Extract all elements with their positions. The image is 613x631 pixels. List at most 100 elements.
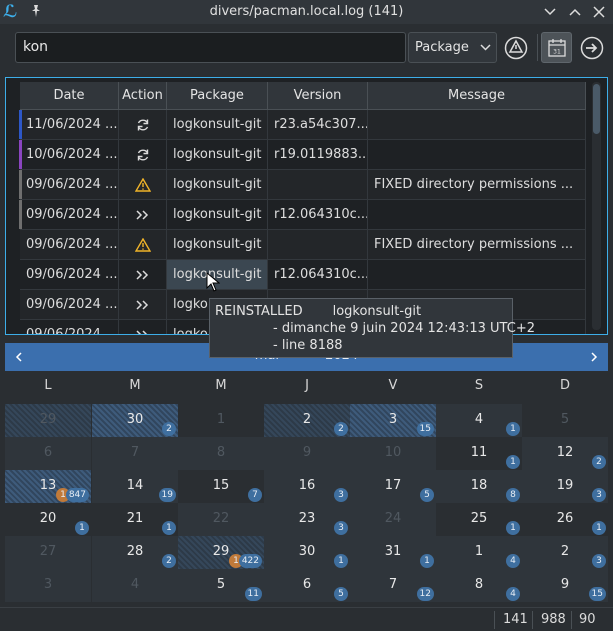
cell-date: 09/06/2024 ...	[20, 170, 119, 199]
log-table[interactable]: Date Action Package Version Message 11/0…	[5, 77, 608, 335]
event-count-badge: 1	[420, 554, 434, 568]
event-count-badge: 1	[334, 554, 348, 568]
column-header-action[interactable]: Action	[119, 82, 167, 110]
event-count-badge: 5	[420, 488, 434, 502]
cell-action	[119, 230, 167, 259]
calendar-day[interactable]: 26 1	[522, 503, 608, 536]
cell-action	[119, 200, 167, 229]
filter-combo[interactable]: Package	[408, 32, 497, 63]
calendar-day[interactable]: 6	[5, 437, 91, 470]
cell-version: r12.064310c....	[268, 200, 368, 229]
calendar-day[interactable]: 28 2	[92, 536, 178, 569]
toolbar-separator	[537, 34, 538, 61]
column-header-date[interactable]: Date	[20, 82, 119, 110]
collapse-icon[interactable]	[540, 2, 560, 22]
filter-combo-value: Package	[415, 40, 469, 55]
reinstall-icon	[135, 269, 150, 280]
calendar-day[interactable]: 84	[436, 569, 522, 602]
cell-action	[119, 110, 167, 139]
table-row[interactable]: 09/06/2024 ... logkonsult-git r12.064310c.…	[19, 200, 586, 230]
calendar-day[interactable]: 21 1	[92, 503, 178, 536]
calendar-day[interactable]: 10	[350, 437, 436, 470]
calendar-toggle-button[interactable]: 31	[541, 32, 572, 63]
quit-button[interactable]	[576, 32, 607, 63]
calendar-day[interactable]: 7 12	[350, 569, 436, 602]
next-month-button[interactable]	[580, 343, 608, 371]
cell-action	[119, 260, 167, 289]
calendar-day[interactable]: 16 3	[264, 470, 350, 503]
table-row[interactable]: 11/06/2024 ... logkonsult-git r23.a54c307.…	[19, 110, 586, 140]
table-row[interactable]: 09/06/2024 ... logkonsult-git FIXED direct…	[19, 170, 586, 200]
cell-date: 09/06/2024 ...	[20, 260, 119, 289]
calendar-day[interactable]: 3	[5, 569, 91, 602]
calendar-day[interactable]: 7	[92, 437, 178, 470]
calendar-day[interactable]: 20 1	[5, 503, 91, 536]
calendar-day[interactable]: 14	[436, 536, 522, 569]
column-header-message[interactable]: Message	[368, 82, 586, 110]
tooltip-package: logkonsult-git	[332, 304, 422, 319]
cell-action	[119, 170, 167, 199]
table-row[interactable]: 10/06/2024 ... logkonsult-git r19.0119883.…	[19, 140, 586, 170]
calendar-day[interactable]: 17 5	[350, 470, 436, 503]
chevron-down-icon	[480, 33, 491, 62]
row-marker	[19, 200, 22, 229]
calendar-day[interactable]: 25 1	[436, 503, 522, 536]
cell-message: FIXED directory permissions ...	[368, 170, 586, 199]
calendar-day[interactable]: 9	[264, 437, 350, 470]
calendar-day[interactable]: 29	[5, 404, 91, 437]
event-count-badge: 1	[506, 422, 520, 436]
calendar-day[interactable]: 22	[264, 404, 350, 437]
calendar-day[interactable]: 30 1	[264, 536, 350, 569]
day-number: 4	[130, 577, 140, 592]
calendar-day[interactable]: 22	[178, 503, 264, 536]
cell-package: logkonsult-git	[167, 110, 268, 139]
calendar-day[interactable]: 3 15	[350, 404, 436, 437]
column-header-package[interactable]: Package	[167, 82, 268, 110]
calendar-day[interactable]: 29 1 422	[178, 536, 264, 569]
calendar-day[interactable]: 5	[522, 404, 608, 437]
column-header-version[interactable]: Version	[268, 82, 368, 110]
weekday-label: L	[44, 378, 52, 393]
maximize-icon[interactable]	[565, 2, 585, 22]
reinstall-icon	[135, 299, 150, 310]
tooltip-date: - dimanche 9 juin 2024 12:43:13 UTC+2	[273, 321, 535, 336]
calendar-day[interactable]: 8	[178, 437, 264, 470]
calendar-day[interactable]: 18 8	[436, 470, 522, 503]
calendar-day[interactable]: 13 1 847	[5, 470, 91, 503]
calendar-day[interactable]: 19 3	[522, 470, 608, 503]
cell-package: logkonsult-git	[167, 140, 268, 169]
cell-message	[368, 260, 586, 289]
calendar-day[interactable]: 23 3	[264, 503, 350, 536]
calendar-day[interactable]: 1	[178, 404, 264, 437]
day-number: 29	[39, 412, 57, 427]
weekday-label: M	[129, 378, 141, 393]
calendar-day[interactable]: 15 7	[178, 470, 264, 503]
calendar-day[interactable]: 5 11	[178, 569, 264, 602]
vertical-scrollbar[interactable]	[592, 82, 601, 330]
calendar-day[interactable]: 41	[436, 404, 522, 437]
calendar-day[interactable]: 24	[350, 503, 436, 536]
calendar-day[interactable]: 31 1	[350, 536, 436, 569]
event-count-badge: 11	[244, 587, 262, 601]
row-tooltip: REINSTALLED logkonsult-git - dimanche 9 j…	[209, 298, 535, 358]
calendar-day[interactable]: 9 15	[522, 569, 608, 602]
calendar-day[interactable]: 4	[92, 569, 178, 602]
cell-date: 09/06/2024 ...	[20, 200, 119, 229]
table-row[interactable]: 09/06/2024 ... logkonsult-git r12.064310c.…	[20, 260, 586, 290]
event-count-badge: 3	[334, 488, 348, 502]
status-separator	[494, 611, 495, 629]
cell-message	[368, 140, 586, 169]
calendar-day[interactable]: 23	[522, 536, 608, 569]
calendar-day[interactable]: 11 1	[436, 437, 522, 470]
reinstall-icon	[135, 209, 150, 220]
calendar-day[interactable]: 14 19	[92, 470, 178, 503]
close-icon[interactable]	[589, 2, 609, 22]
calendar-day[interactable]: 30 2	[92, 404, 178, 437]
calendar-day[interactable]: 12 2	[522, 437, 608, 470]
calendar-day[interactable]: 27	[5, 536, 91, 569]
table-row[interactable]: 09/06/2024 ... logkonsult-git FIXED direct…	[20, 230, 586, 260]
calendar-day[interactable]: 65	[264, 569, 350, 602]
scrollbar-thumb[interactable]	[593, 84, 600, 134]
search-input[interactable]: kon	[15, 32, 406, 63]
warnings-button[interactable]	[500, 32, 531, 63]
